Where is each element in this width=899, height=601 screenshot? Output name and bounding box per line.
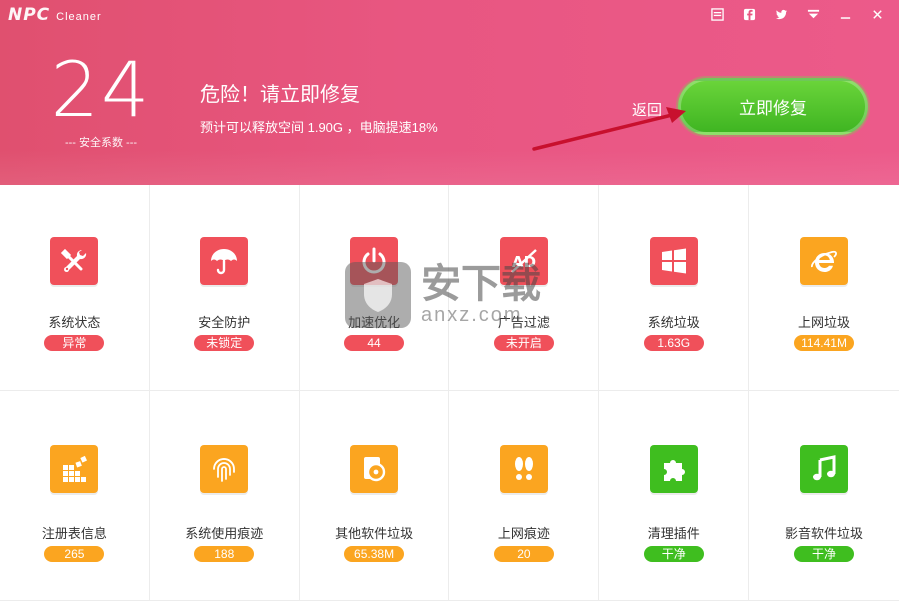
facebook-icon[interactable] xyxy=(733,4,765,24)
windows-icon xyxy=(661,248,686,274)
status-badge: 未锁定 xyxy=(194,335,255,351)
logo-subtitle: Cleaner xyxy=(56,11,102,23)
logo-mark: NPC xyxy=(8,5,51,25)
disc-icon xyxy=(364,457,386,482)
item-ad-filter[interactable]: AD 广告过滤 未开启 xyxy=(449,185,600,391)
scan-items-grid: 系统状态 异常 安全防护 未锁定 加速优化 44 AD 广告过滤 未开启 系统垃… xyxy=(0,185,899,601)
status-badge: 114.41M xyxy=(794,335,855,351)
item-tile: AD xyxy=(499,237,548,285)
item-media-software-junk[interactable]: 影音软件垃圾 干净 xyxy=(749,391,899,601)
item-tile xyxy=(200,445,249,493)
arrow-annotation xyxy=(532,107,686,151)
ie-icon xyxy=(811,250,837,272)
item-label: 广告过滤 xyxy=(497,315,550,330)
score-label: --- 安全系数 --- xyxy=(64,137,138,149)
status-badge: 44 xyxy=(344,335,405,351)
footprint-icon xyxy=(514,457,533,480)
item-system-junk[interactable]: 系统垃圾 1.63G xyxy=(599,185,750,391)
power-icon xyxy=(362,247,386,274)
item-tile xyxy=(649,237,698,285)
item-internet-traces[interactable]: 上网痕迹 20 xyxy=(449,391,600,601)
ad-block-icon: AD xyxy=(511,249,537,273)
umbrella-icon xyxy=(211,249,238,275)
app-logo: NPC Cleaner xyxy=(8,5,102,25)
status-badge: 干净 xyxy=(643,546,704,562)
item-tile xyxy=(200,237,249,285)
menu-icon[interactable] xyxy=(701,4,733,24)
item-system-status[interactable]: 系统状态 异常 xyxy=(0,185,150,391)
item-tile xyxy=(50,237,99,285)
fix-now-button[interactable]: 立即修复 xyxy=(678,78,868,135)
status-badge: 20 xyxy=(493,546,554,562)
status-badge: 1.63G xyxy=(643,335,704,351)
item-label: 系统垃圾 xyxy=(647,315,700,330)
item-tile xyxy=(350,445,399,493)
status-badge: 65.38M xyxy=(344,546,405,562)
item-label: 其他软件垃圾 xyxy=(335,526,414,541)
status-badge: 265 xyxy=(44,546,105,562)
item-label: 上网痕迹 xyxy=(497,526,550,541)
item-label: 清理插件 xyxy=(647,526,700,541)
window-controls xyxy=(701,4,893,24)
item-label: 注册表信息 xyxy=(41,526,107,541)
item-other-software-junk[interactable]: 其他软件垃圾 65.38M xyxy=(299,391,450,601)
minimize-icon[interactable] xyxy=(829,4,861,24)
status-badge: 干净 xyxy=(794,546,855,562)
warning-description: 预计可以释放空间 1.90G ，电脑提速18% xyxy=(200,120,438,135)
score-value: 24 xyxy=(50,45,152,134)
puzzle-icon xyxy=(663,460,685,481)
item-tile xyxy=(50,445,99,493)
item-tile xyxy=(350,237,399,285)
security-score: 24 --- 安全系数 --- xyxy=(46,52,156,150)
item-security-protection[interactable]: 安全防护 未锁定 xyxy=(149,185,300,391)
dropdown-icon[interactable] xyxy=(797,4,829,24)
tools-icon xyxy=(61,248,87,272)
warning-title: 危险！请立即修复 xyxy=(200,84,360,106)
item-tile xyxy=(800,445,849,493)
close-icon[interactable] xyxy=(861,4,893,24)
item-tile xyxy=(499,445,548,493)
registry-icon xyxy=(63,455,88,482)
status-badge: 188 xyxy=(194,546,255,562)
item-label: 系统使用痕迹 xyxy=(185,526,264,541)
twitter-icon[interactable] xyxy=(765,4,797,24)
header: NPC Cleaner 24 --- 安全系数 --- 危险！请立即修复 预计可… xyxy=(0,0,899,185)
item-internet-junk[interactable]: 上网垃圾 114.41M xyxy=(749,185,899,391)
item-clean-plugins[interactable]: 清理插件 干净 xyxy=(599,391,750,601)
item-registry[interactable]: 注册表信息 265 xyxy=(0,391,150,601)
item-label: 加速优化 xyxy=(348,315,401,330)
fingerprint-icon xyxy=(213,458,236,482)
item-usage-traces[interactable]: 系统使用痕迹 188 xyxy=(149,391,300,601)
item-label: 安全防护 xyxy=(198,315,251,330)
item-label: 上网垃圾 xyxy=(798,315,851,330)
item-speed-optimize[interactable]: 加速优化 44 xyxy=(299,185,450,391)
status-badge: 异常 xyxy=(44,335,105,351)
status-badge: 未开启 xyxy=(493,335,554,351)
item-label: 系统状态 xyxy=(48,315,101,330)
music-icon xyxy=(813,455,836,481)
item-tile xyxy=(800,237,849,285)
item-tile xyxy=(649,445,698,493)
item-label: 影音软件垃圾 xyxy=(785,526,864,541)
